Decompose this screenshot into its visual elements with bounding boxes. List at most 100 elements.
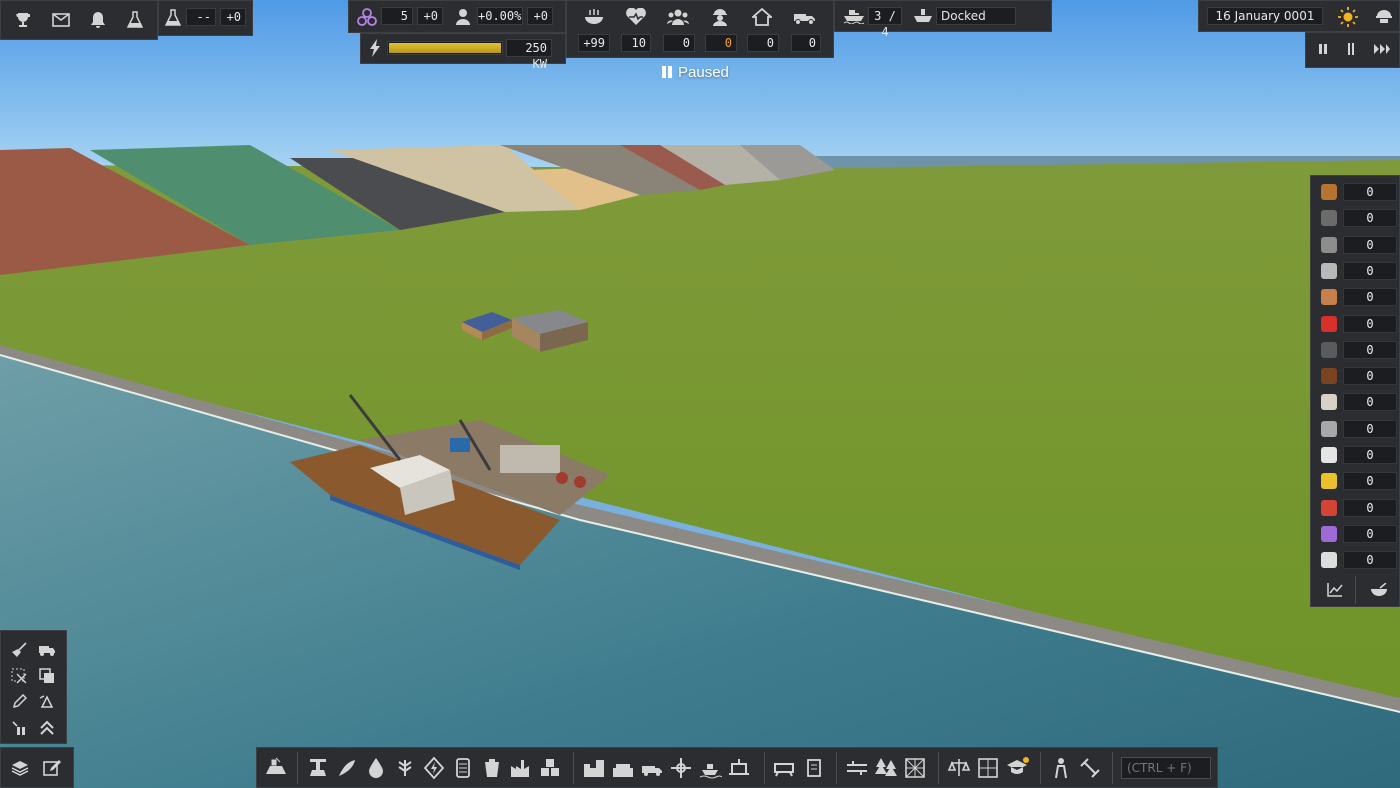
vehicles-icon[interactable] bbox=[792, 6, 818, 28]
copper-icon bbox=[1321, 289, 1337, 306]
inventory-item-meds[interactable]: 0 bbox=[1315, 390, 1399, 414]
broom-tool-icon[interactable] bbox=[9, 640, 29, 660]
vehicles-tool-icon[interactable] bbox=[640, 756, 664, 780]
inventory-item-product-2[interactable]: 0 bbox=[1315, 469, 1399, 493]
research-value: -- bbox=[186, 8, 216, 26]
pipes-tool-icon[interactable] bbox=[845, 756, 869, 780]
mail-icon[interactable] bbox=[50, 10, 72, 30]
logistics-tool-icon[interactable] bbox=[802, 756, 826, 780]
ship-icon[interactable] bbox=[842, 6, 866, 26]
unity-icon[interactable] bbox=[356, 7, 378, 27]
inventory-item-concrete[interactable]: 0 bbox=[1315, 417, 1399, 441]
inventory-value: 0 bbox=[1343, 524, 1397, 543]
flask-icon[interactable] bbox=[124, 10, 146, 30]
ship-status: Docked bbox=[936, 7, 1016, 25]
inventory-item-construction-parts[interactable]: 0 bbox=[1315, 338, 1399, 362]
waste-tool-icon[interactable] bbox=[480, 756, 504, 780]
trains-tool-icon[interactable] bbox=[772, 756, 796, 780]
eyedropper-icon[interactable] bbox=[9, 692, 29, 712]
population-icon[interactable] bbox=[666, 6, 690, 28]
product-3-icon bbox=[1321, 499, 1337, 516]
housing-value: 0 bbox=[747, 34, 779, 52]
inventory-item-tools[interactable]: 0 bbox=[1315, 548, 1399, 572]
factory-tool-icon[interactable] bbox=[509, 756, 533, 780]
services-tool-icon[interactable] bbox=[611, 756, 635, 780]
truck-tool-icon[interactable] bbox=[37, 640, 57, 660]
research-flask-icon[interactable] bbox=[163, 8, 183, 28]
upgrade-tool-icon[interactable] bbox=[37, 718, 57, 738]
buildings-list-icon[interactable] bbox=[976, 756, 1000, 780]
population-growth-delta: +0 bbox=[527, 7, 553, 25]
inventory-value: 0 bbox=[1343, 209, 1397, 228]
docks-tool-icon[interactable] bbox=[698, 756, 723, 780]
health-icon[interactable] bbox=[624, 6, 648, 28]
food-value: +99 bbox=[578, 34, 610, 52]
plants-tool-icon[interactable] bbox=[393, 756, 417, 780]
settings-hat-icon[interactable] bbox=[1373, 6, 1395, 26]
bell-icon[interactable] bbox=[87, 10, 109, 30]
trophy-icon[interactable] bbox=[12, 10, 34, 30]
unity-value: 5 bbox=[381, 7, 413, 25]
satellite-tool-icon[interactable] bbox=[1078, 756, 1102, 780]
iron-icon bbox=[1321, 236, 1337, 253]
cut-select-icon[interactable] bbox=[9, 666, 29, 686]
copy-tool-icon[interactable] bbox=[37, 666, 57, 686]
sun-icon bbox=[1337, 6, 1359, 28]
paused-indicator[interactable]: Paused bbox=[662, 64, 729, 81]
inventory-item-fuel[interactable]: 0 bbox=[1315, 312, 1399, 336]
population-growth-icon[interactable] bbox=[452, 7, 474, 27]
farming-tool-icon[interactable] bbox=[335, 756, 359, 780]
inventory-value: 0 bbox=[1343, 393, 1397, 412]
inventory-item-copper[interactable]: 0 bbox=[1315, 285, 1399, 309]
people-tool-icon[interactable] bbox=[1049, 756, 1073, 780]
housing-tool-icon[interactable] bbox=[582, 756, 606, 780]
terraform-tool-icon[interactable] bbox=[264, 756, 288, 780]
housing-icon[interactable] bbox=[750, 6, 774, 28]
resource-bowl-icon[interactable] bbox=[1369, 580, 1389, 600]
inventory-item-product-1[interactable]: 0 bbox=[1315, 443, 1399, 467]
inventory-item-product-3[interactable]: 0 bbox=[1315, 496, 1399, 520]
priority-tool-icon[interactable] bbox=[9, 718, 29, 738]
product-1-icon bbox=[1321, 447, 1337, 463]
water-tool-icon[interactable] bbox=[364, 756, 388, 780]
steel-icon bbox=[1321, 262, 1337, 279]
inventory-value: 0 bbox=[1343, 551, 1397, 570]
inventory-item-iron[interactable]: 0 bbox=[1315, 233, 1399, 257]
inventory-item-steel[interactable]: 0 bbox=[1315, 259, 1399, 283]
concrete-icon bbox=[1321, 420, 1337, 437]
inventory-item-food[interactable]: 0 bbox=[1315, 364, 1399, 388]
meds-icon bbox=[1321, 394, 1337, 411]
lightning-icon[interactable] bbox=[366, 38, 384, 58]
research-tool-icon[interactable] bbox=[1005, 756, 1029, 780]
inventory-panel: 0 0 0 0 0 0 0 0 0 0 0 0 0 0 0 bbox=[1310, 175, 1400, 607]
play-speed-button[interactable] bbox=[1342, 40, 1360, 58]
inventory-item-product-4[interactable]: 0 bbox=[1315, 522, 1399, 546]
search-input[interactable] bbox=[1121, 757, 1211, 779]
game-world-view[interactable] bbox=[0, 0, 1400, 788]
zoning-tool-icon[interactable] bbox=[903, 756, 927, 780]
pause-speed-button[interactable] bbox=[1314, 40, 1332, 58]
dock-ship-icon[interactable] bbox=[912, 6, 934, 26]
inventory-value: 0 bbox=[1343, 419, 1397, 438]
inventory-item-iron-ore[interactable]: 0 bbox=[1315, 206, 1399, 230]
transport-tool-icon[interactable] bbox=[669, 756, 693, 780]
health-value: 10 bbox=[621, 34, 651, 52]
edit-notes-icon[interactable] bbox=[42, 758, 62, 778]
forestry-tool-icon[interactable] bbox=[874, 756, 898, 780]
power-tool-icon[interactable] bbox=[422, 756, 446, 780]
layers-icon[interactable] bbox=[10, 758, 30, 778]
mining-tool-icon[interactable] bbox=[306, 756, 330, 780]
power-bar bbox=[387, 41, 503, 55]
inventory-value: 0 bbox=[1343, 183, 1397, 201]
belts-tool-icon[interactable] bbox=[727, 756, 751, 780]
assembly-tool-icon[interactable] bbox=[538, 756, 562, 780]
fast-speed-button[interactable] bbox=[1372, 40, 1392, 58]
food-icon[interactable] bbox=[582, 6, 606, 28]
recycle-tool-icon[interactable] bbox=[37, 692, 57, 712]
storage-tool-icon[interactable] bbox=[451, 756, 475, 780]
inventory-item-wood[interactable]: 0 bbox=[1315, 180, 1399, 204]
inventory-value: 0 bbox=[1343, 261, 1397, 280]
trade-balance-icon[interactable] bbox=[947, 756, 971, 780]
workers-icon[interactable] bbox=[708, 6, 732, 28]
stats-graph-icon[interactable] bbox=[1325, 580, 1345, 600]
